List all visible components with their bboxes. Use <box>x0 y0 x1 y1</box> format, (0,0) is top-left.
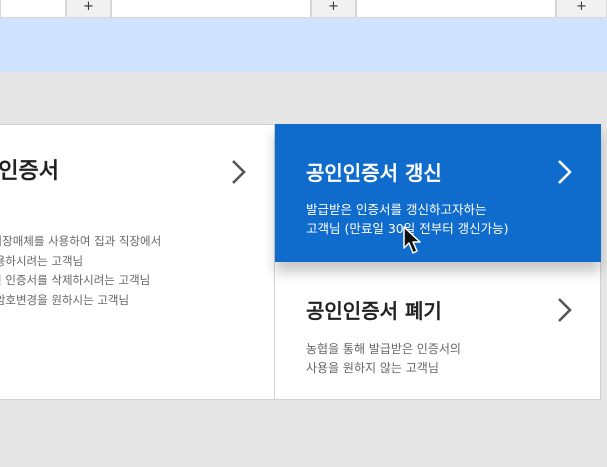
chevron-right-icon <box>232 160 246 184</box>
renew-title: 공인인증서 갱신 <box>306 161 442 185</box>
chevron-right-icon <box>558 298 572 322</box>
card-description: S등 저장매체를 사용하여 집과 직장에서 에 사용하시려는 고객님 용중인 인… <box>0 232 161 310</box>
top-field-3[interactable] <box>356 0 556 18</box>
top-stepper-button-1[interactable]: + <box>66 0 111 18</box>
card-title-line: 리 <box>0 188 59 220</box>
chevron-right-icon <box>558 160 572 184</box>
top-field-2[interactable] <box>111 0 311 18</box>
top-banner: + + + <box>0 0 607 72</box>
certificate-renew-card[interactable] <box>275 124 601 262</box>
card-title: 인인증서 리 <box>0 156 59 220</box>
card-title-line: 인인증서 <box>0 159 59 184</box>
plus-icon: + <box>576 0 587 14</box>
mouse-cursor-icon <box>403 226 421 254</box>
renew-description-line: 발급받은 인증서를 갱신하고자하는 <box>306 202 487 217</box>
top-stepper-button-2[interactable]: + <box>311 0 356 18</box>
top-stepper-button-3[interactable]: + <box>556 0 607 18</box>
card-description-line: 증서 암호변경을 원하시는 고객님 <box>0 292 130 307</box>
card-description-line: 에 사용하시려는 고객님 <box>0 253 84 268</box>
card-description-line: S등 저장매체를 사용하여 집과 직장에서 <box>0 234 162 248</box>
certificate-revoke-card[interactable] <box>275 262 600 399</box>
plus-icon: + <box>83 0 94 14</box>
plus-icon: + <box>328 0 339 14</box>
card-description-line: 용중인 인증서를 삭제하시려는 고객님 <box>0 273 151 287</box>
top-field-1[interactable] <box>0 0 66 18</box>
